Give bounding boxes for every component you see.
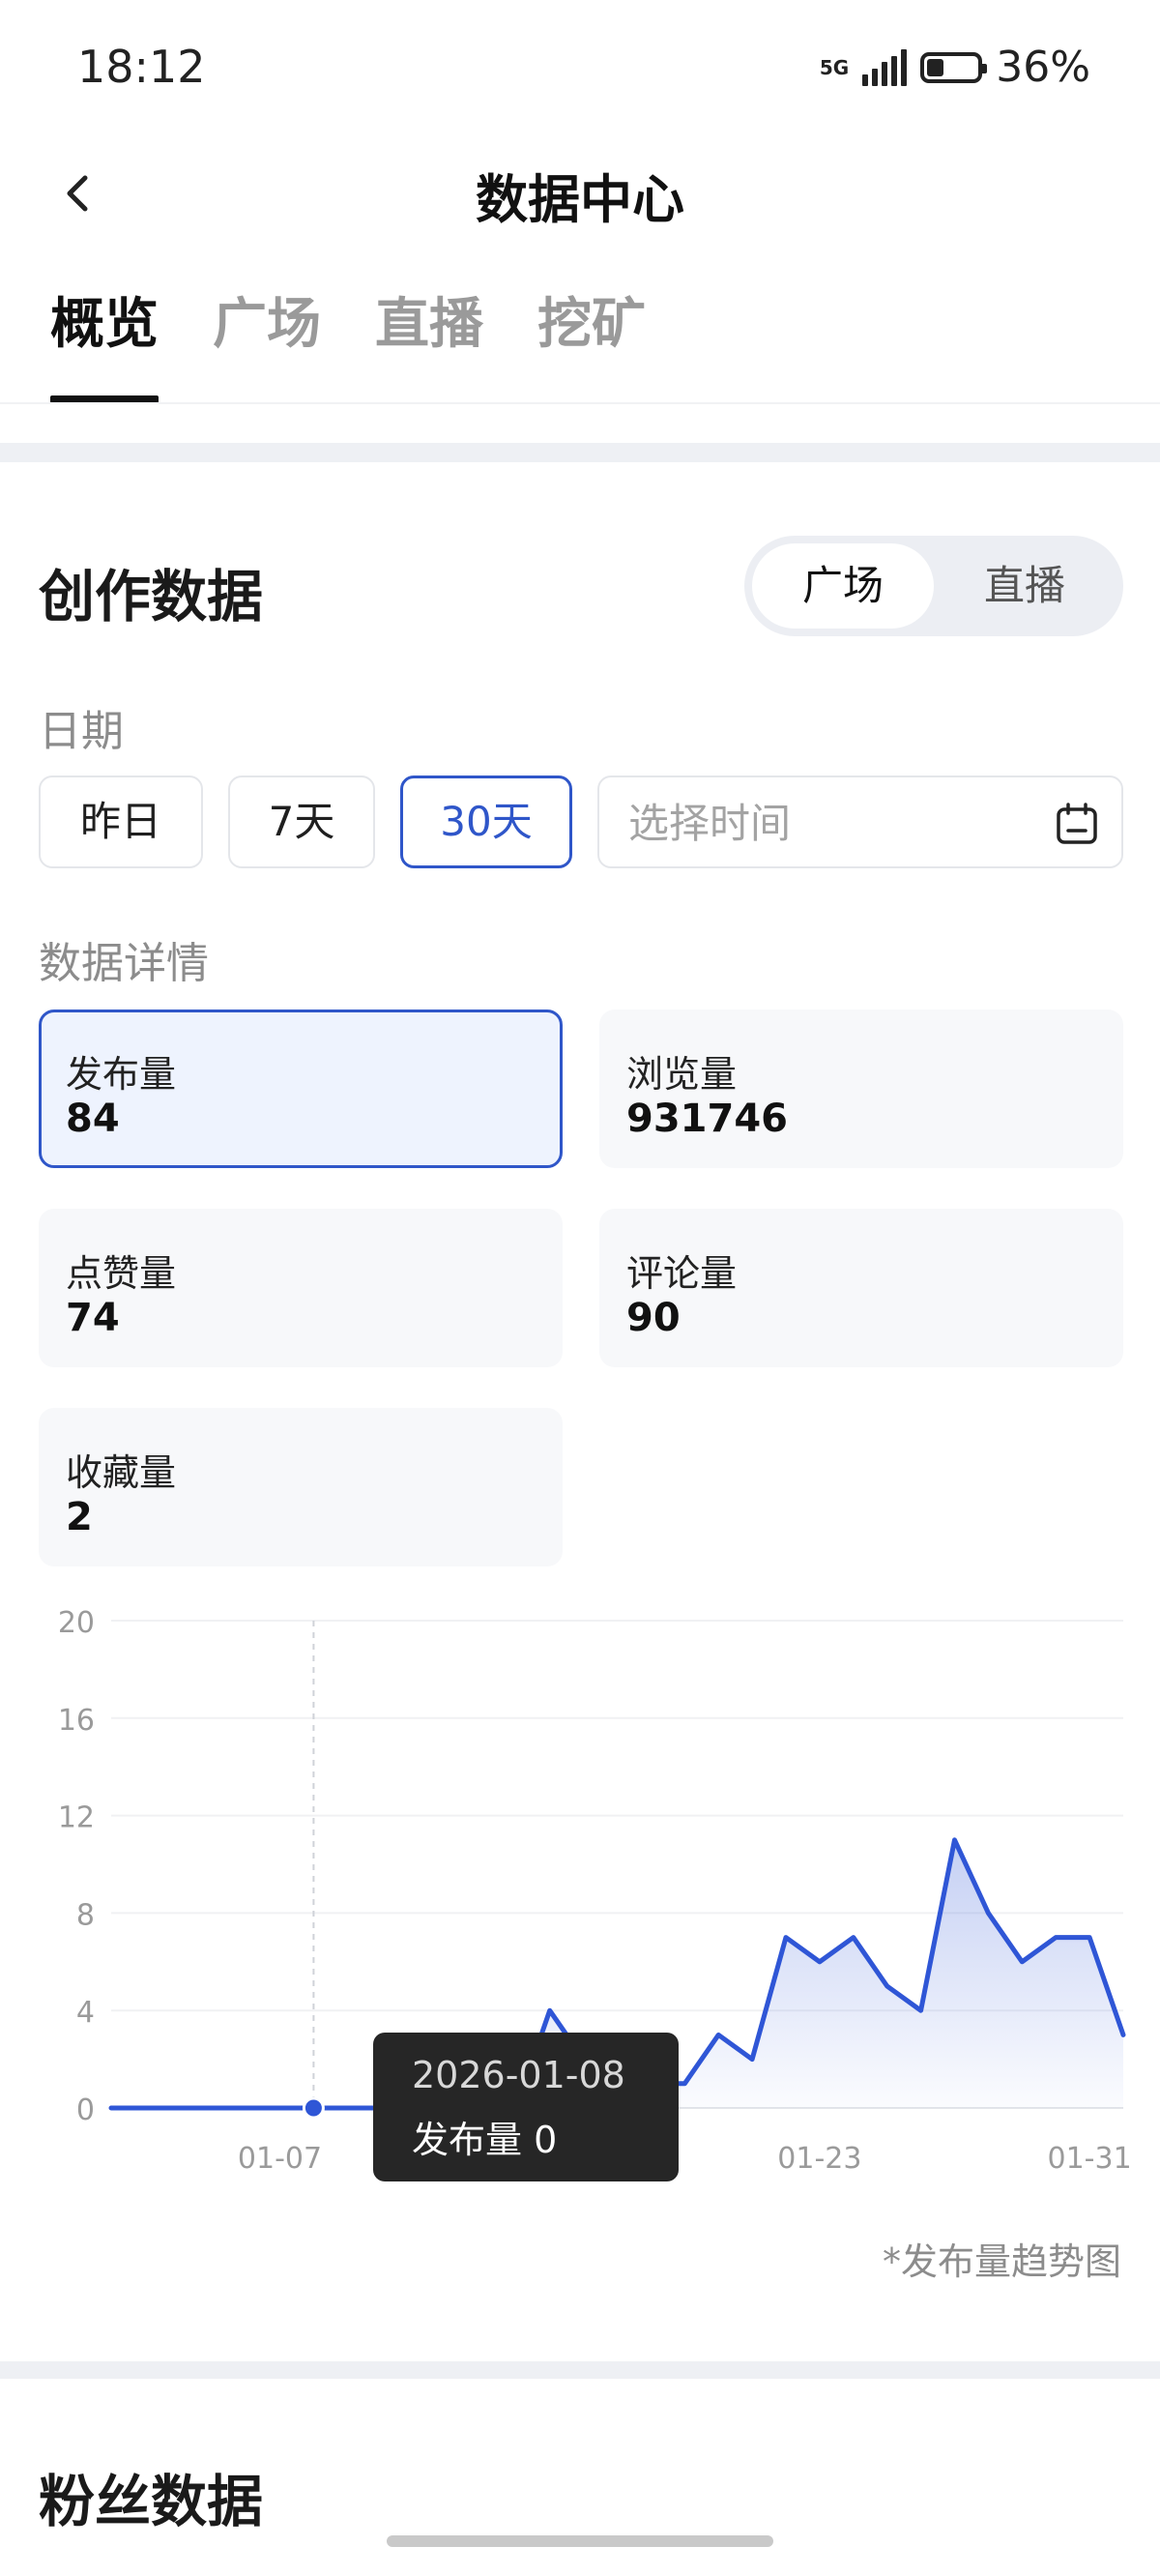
tab-divider (0, 402, 1160, 404)
signal-icon (862, 48, 908, 86)
metric-value: 90 (626, 1296, 681, 1340)
metric-value: 931746 (626, 1097, 788, 1141)
x-tick-label: 01-23 (777, 2142, 861, 2176)
tab-overview[interactable]: 概览 (50, 280, 159, 403)
date-chip-7-days[interactable]: 7天 (228, 776, 375, 868)
metric-value: 74 (66, 1296, 120, 1340)
status-time: 18:12 (77, 41, 206, 93)
metric-label: 评论量 (626, 1252, 738, 1295)
metric-value: 84 (66, 1097, 120, 1141)
metric-label: 发布量 (66, 1053, 177, 1096)
chart-tooltip: 2026-01-08 发布量 0 (373, 2033, 679, 2181)
metric-card-views[interactable]: 浏览量 931746 (599, 1010, 1123, 1168)
chart-caption: *发布量趋势图 (882, 2240, 1121, 2283)
tab-mining[interactable]: 挖矿 (537, 280, 646, 403)
highlight-point (302, 2096, 325, 2120)
date-chip-yesterday[interactable]: 昨日 (39, 776, 203, 868)
segment-live[interactable]: 直播 (934, 543, 1116, 629)
date-label: 日期 (39, 707, 124, 756)
section-separator (0, 2361, 1160, 2379)
network-type: 5G (819, 55, 850, 79)
tooltip-date: 2026-01-08 (412, 2054, 625, 2096)
metric-card-comments[interactable]: 评论量 90 (599, 1209, 1123, 1367)
y-tick-label: 8 (76, 1898, 95, 1932)
y-tick-label: 0 (76, 2093, 95, 2127)
metric-label: 浏览量 (626, 1053, 738, 1096)
metric-card-likes[interactable]: 点赞量 74 (39, 1209, 563, 1367)
metric-card-favorites[interactable]: 收藏量 2 (39, 1408, 563, 1566)
y-tick-label: 16 (58, 1704, 95, 1738)
tab-bar: 概览 广场 直播 挖矿 (50, 280, 646, 403)
x-tick-label: 01-07 (238, 2142, 322, 2176)
tab-live[interactable]: 直播 (375, 280, 483, 403)
battery-percent: 36% (996, 43, 1090, 92)
tooltip-value: 发布量 0 (412, 2119, 558, 2161)
section-separator (0, 443, 1160, 462)
metric-card-posts[interactable]: 发布量 84 (39, 1010, 563, 1168)
tab-square[interactable]: 广场 (213, 280, 321, 403)
metric-label: 点赞量 (66, 1252, 177, 1295)
page-title: 数据中心 (476, 169, 684, 230)
creation-data-title: 创作数据 (39, 564, 264, 629)
metric-label: 收藏量 (66, 1451, 177, 1494)
fans-data-title: 粉丝数据 (39, 2469, 264, 2534)
y-tick-label: 4 (76, 1996, 95, 2030)
date-picker-input[interactable] (626, 795, 1036, 851)
y-tick-label: 12 (58, 1801, 95, 1835)
battery-icon (920, 51, 988, 83)
date-chip-30-days[interactable]: 30天 (400, 776, 572, 868)
metric-value: 2 (66, 1495, 93, 1539)
segment-square[interactable]: 广场 (752, 543, 934, 629)
source-segmented-control: 广场 直播 (744, 536, 1123, 636)
date-picker[interactable] (597, 776, 1123, 868)
details-label: 数据详情 (39, 939, 209, 988)
calendar-icon[interactable] (1054, 801, 1100, 847)
home-indicator (387, 2535, 773, 2547)
status-indicators: 5G 36% (820, 43, 1090, 92)
y-tick-label: 20 (58, 1606, 95, 1640)
x-tick-label: 01-31 (1048, 2142, 1132, 2176)
